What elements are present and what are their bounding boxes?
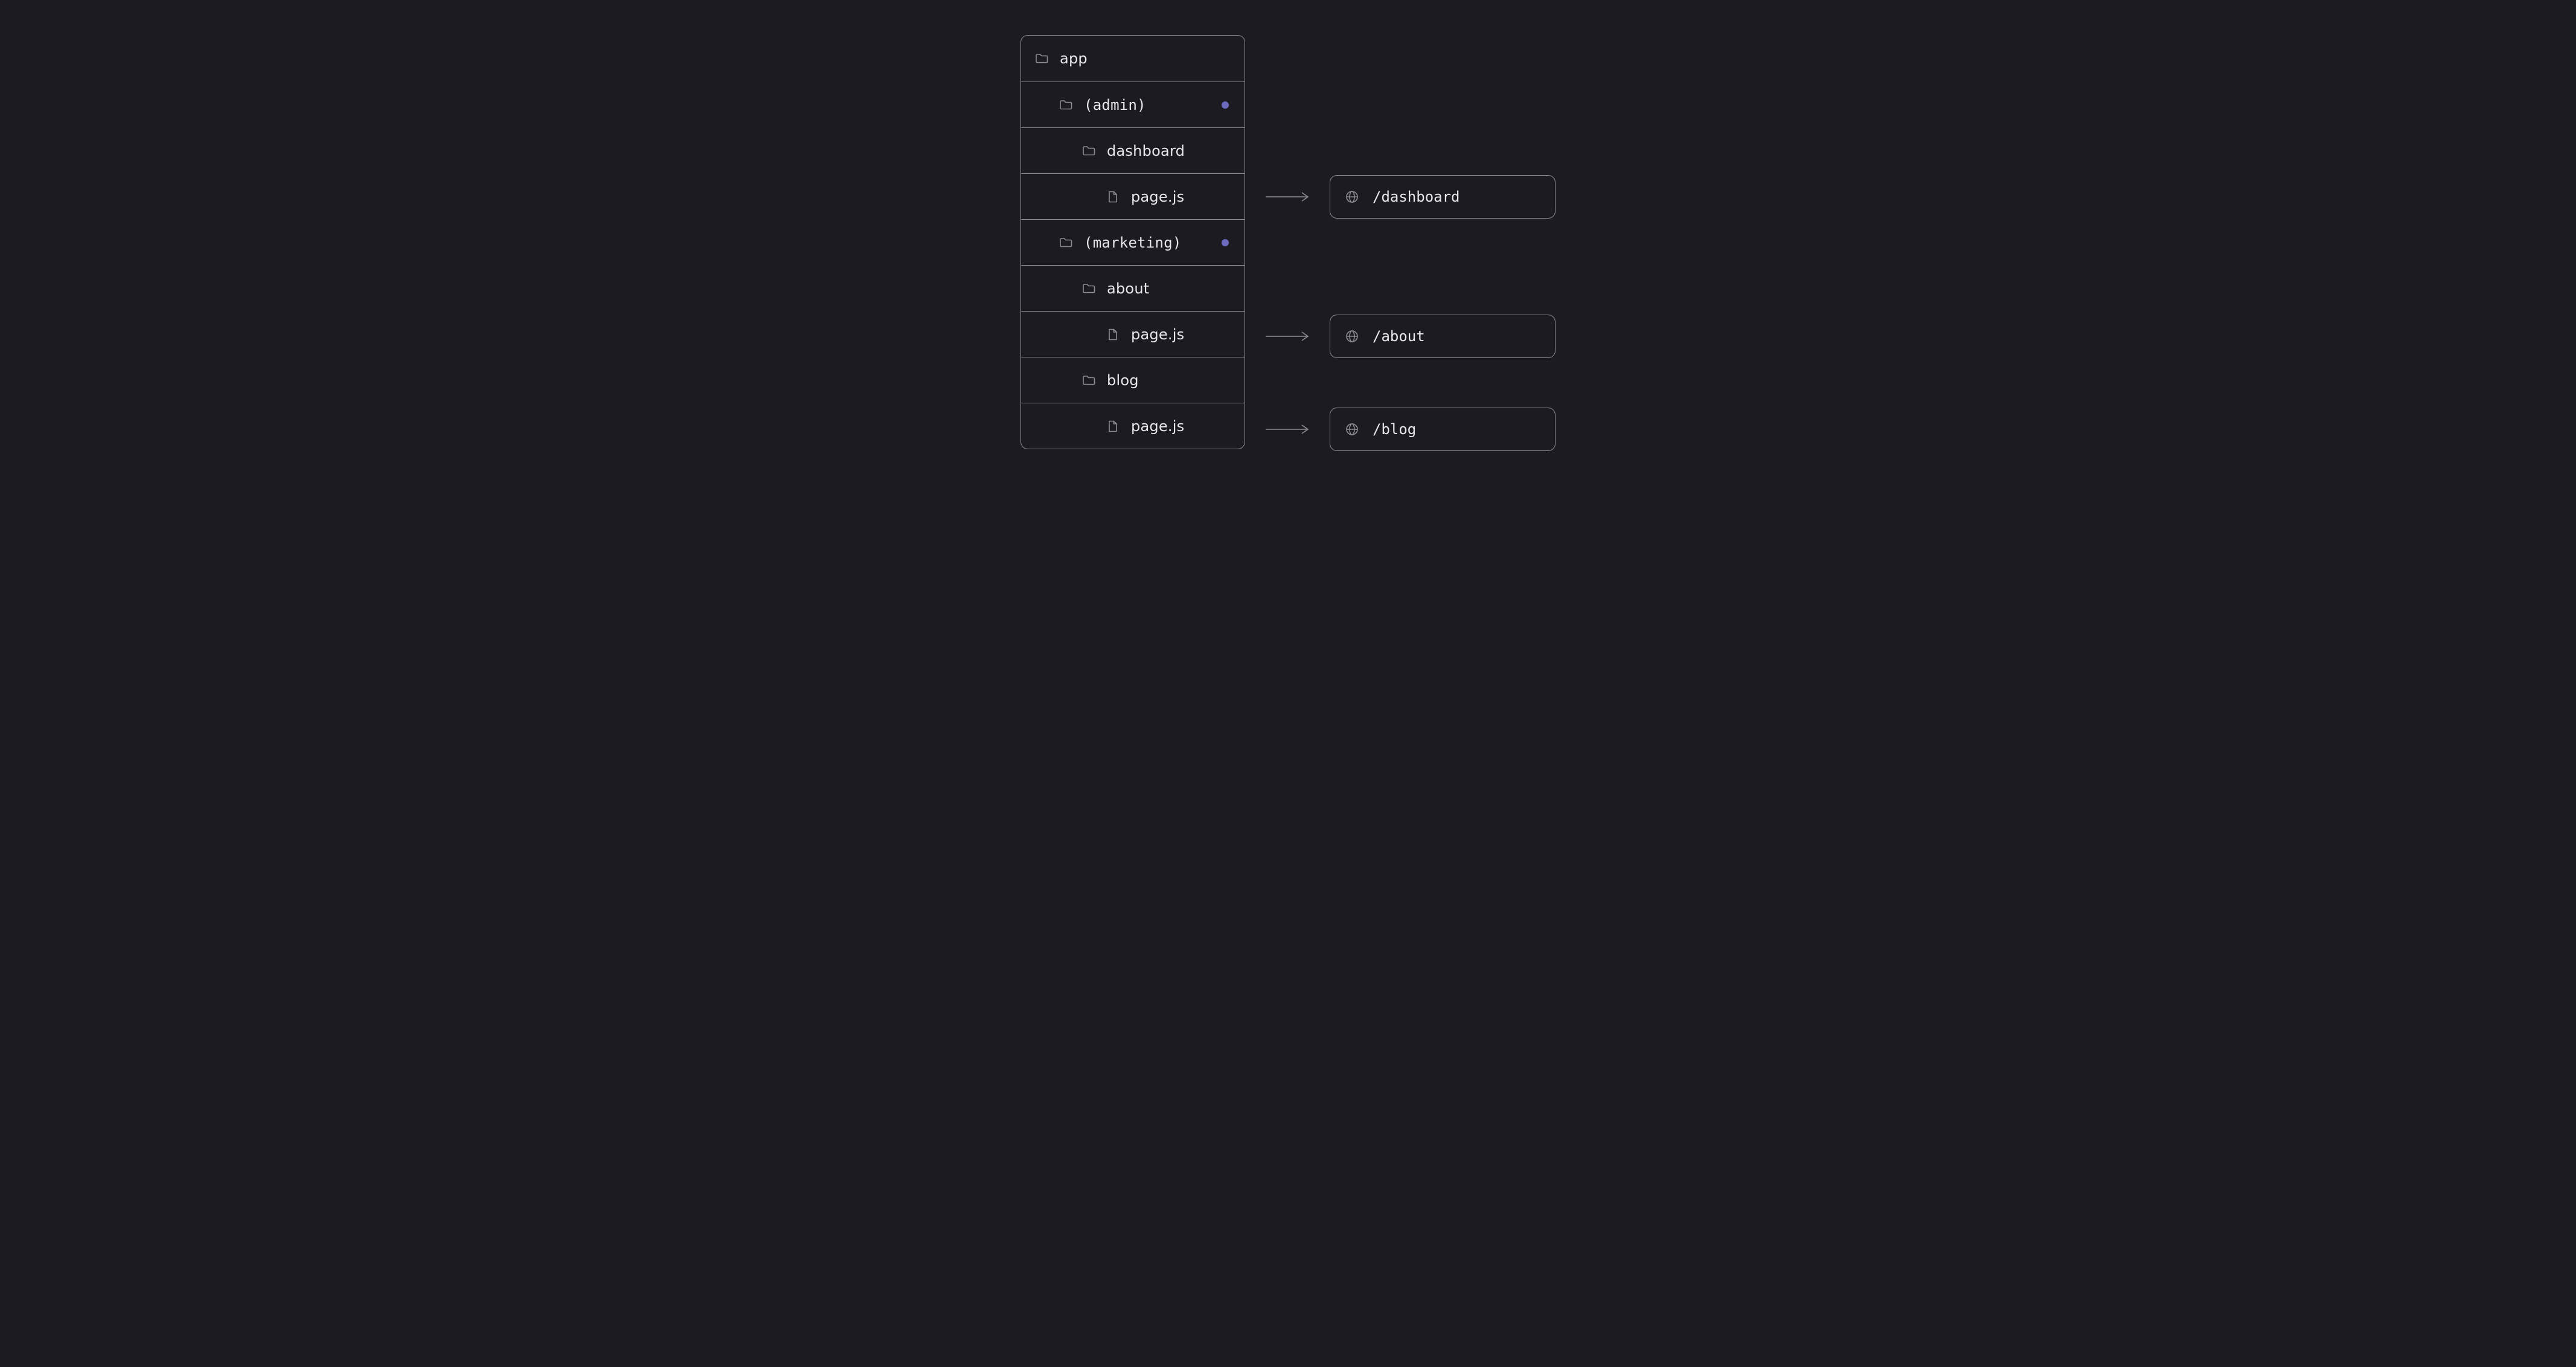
group-dot-icon: [1222, 101, 1229, 109]
tree-row-app: app: [1021, 36, 1245, 82]
url-box: /blog: [1330, 408, 1556, 451]
tree-label: dashboard: [1107, 142, 1185, 159]
arrow-right-icon: [1264, 424, 1310, 435]
folder-icon: [1081, 281, 1096, 296]
arrow-right-icon: [1264, 191, 1310, 202]
url-box: /dashboard: [1330, 175, 1556, 219]
tree-row-page-js: page.js: [1021, 311, 1245, 357]
url-mapping-row: /blog: [1245, 406, 1556, 452]
folder-icon: [1034, 51, 1049, 66]
folder-icon: [1059, 98, 1073, 112]
folder-icon: [1081, 373, 1096, 388]
tree-label: blog: [1107, 372, 1139, 389]
url-text: /dashboard: [1373, 188, 1460, 205]
url-mapping-row: /about: [1245, 313, 1556, 359]
tree-row-page-js: page.js: [1021, 403, 1245, 449]
url-mapping-row: /dashboard: [1245, 173, 1556, 220]
tree-label: (admin): [1084, 97, 1146, 114]
url-text: /blog: [1373, 421, 1416, 438]
file-icon: [1106, 327, 1120, 342]
tree-row-blog: blog: [1021, 357, 1245, 403]
group-dot-icon: [1222, 239, 1229, 246]
tree-label: (marketing): [1084, 234, 1182, 251]
arrow-right-icon: [1264, 331, 1310, 342]
tree-row-page-js: page.js: [1021, 173, 1245, 219]
tree-label: page.js: [1131, 326, 1184, 343]
file-tree: app (admin) dashboard page.js (market: [1020, 35, 1245, 449]
globe-icon: [1345, 329, 1359, 344]
file-icon: [1106, 419, 1120, 434]
tree-label: page.js: [1131, 418, 1184, 435]
tree-row-marketing-group: (marketing): [1021, 219, 1245, 265]
diagram-canvas: app (admin) dashboard page.js (market: [0, 0, 2576, 487]
tree-row-admin-group: (admin): [1021, 82, 1245, 127]
folder-icon: [1081, 144, 1096, 158]
tree-label: app: [1060, 50, 1088, 67]
tree-label: page.js: [1131, 188, 1184, 205]
url-box: /about: [1330, 315, 1556, 358]
url-text: /about: [1373, 328, 1425, 345]
url-mapping-column: /dashboard /about /blog: [1245, 35, 1556, 452]
folder-icon: [1059, 235, 1073, 250]
globe-icon: [1345, 190, 1359, 204]
tree-row-dashboard: dashboard: [1021, 127, 1245, 173]
tree-label: about: [1107, 280, 1149, 297]
file-icon: [1106, 190, 1120, 204]
globe-icon: [1345, 422, 1359, 437]
tree-row-about: about: [1021, 265, 1245, 311]
